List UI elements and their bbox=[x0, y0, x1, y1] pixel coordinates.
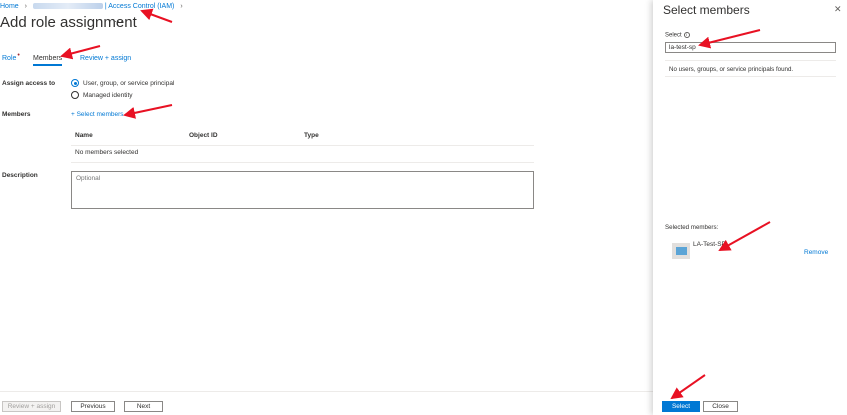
description-field[interactable] bbox=[71, 171, 534, 209]
more-options-icon[interactable]: ··· bbox=[114, 16, 123, 26]
select-label: Select i bbox=[665, 32, 690, 39]
radio-unchecked-icon bbox=[71, 91, 79, 99]
tab-role-label: Role bbox=[2, 55, 17, 62]
table-empty-message: No members selected bbox=[75, 149, 139, 156]
close-button[interactable]: Close bbox=[703, 401, 738, 412]
breadcrumb-chevron-icon: › bbox=[24, 3, 27, 10]
tab-members[interactable]: Members bbox=[33, 55, 63, 66]
close-icon[interactable]: ✕ bbox=[834, 4, 842, 15]
select-label-text: Select bbox=[665, 32, 682, 39]
table-divider bbox=[71, 162, 534, 163]
members-label: Members bbox=[2, 111, 31, 118]
results-divider bbox=[665, 60, 836, 61]
select-button[interactable]: Select bbox=[662, 401, 700, 412]
tab-role[interactable]: Role• bbox=[2, 52, 20, 62]
table-divider bbox=[71, 145, 534, 146]
description-label: Description bbox=[2, 172, 38, 179]
tab-review-assign[interactable]: Review + assign bbox=[80, 55, 131, 62]
no-results-message: No users, groups, or service principals … bbox=[669, 66, 794, 73]
review-assign-button[interactable]: Review + assign bbox=[2, 401, 61, 412]
breadcrumb-chevron-icon: › bbox=[180, 3, 183, 10]
panel-title: Select members bbox=[663, 3, 750, 17]
footer-divider bbox=[0, 391, 653, 392]
breadcrumb-access-control[interactable]: | Access Control (IAM) bbox=[105, 3, 175, 10]
selected-members-label: Selected members: bbox=[665, 224, 719, 231]
tab-review-assign-label: Review + assign bbox=[80, 55, 132, 62]
member-avatar bbox=[672, 243, 690, 259]
required-indicator: • bbox=[17, 52, 20, 59]
radio-managed-identity-label: Managed identity bbox=[83, 91, 133, 99]
column-header-type: Type bbox=[304, 132, 319, 139]
select-members-link[interactable]: + Select members bbox=[71, 111, 124, 118]
breadcrumb-home[interactable]: Home bbox=[0, 3, 19, 10]
radio-managed-identity[interactable]: Managed identity bbox=[71, 91, 133, 99]
assign-access-label: Assign access to bbox=[2, 80, 56, 87]
breadcrumb: Home › | Access Control (IAM) › bbox=[0, 3, 187, 10]
radio-user-group-sp[interactable]: User, group, or service principal bbox=[71, 79, 174, 87]
info-icon[interactable]: i bbox=[683, 32, 690, 38]
selected-member-name: LA-Test-SP bbox=[693, 241, 726, 248]
column-header-object-id: Object ID bbox=[189, 132, 218, 139]
select-members-panel: Select members ✕ Selecti No users, group… bbox=[653, 0, 847, 415]
column-header-name: Name bbox=[75, 132, 93, 139]
next-button[interactable]: Next bbox=[124, 401, 163, 412]
radio-checked-icon bbox=[71, 79, 79, 87]
remove-member-link[interactable]: Remove bbox=[804, 249, 828, 256]
results-divider bbox=[665, 76, 836, 77]
radio-user-group-sp-label: User, group, or service principal bbox=[83, 79, 175, 87]
breadcrumb-redacted-resource[interactable] bbox=[32, 3, 103, 10]
tab-members-label: Members bbox=[33, 55, 63, 62]
main-page: Home › | Access Control (IAM) › Add role… bbox=[0, 0, 653, 415]
search-input[interactable] bbox=[665, 42, 836, 53]
previous-button[interactable]: Previous bbox=[71, 401, 115, 412]
app-icon bbox=[675, 247, 687, 255]
